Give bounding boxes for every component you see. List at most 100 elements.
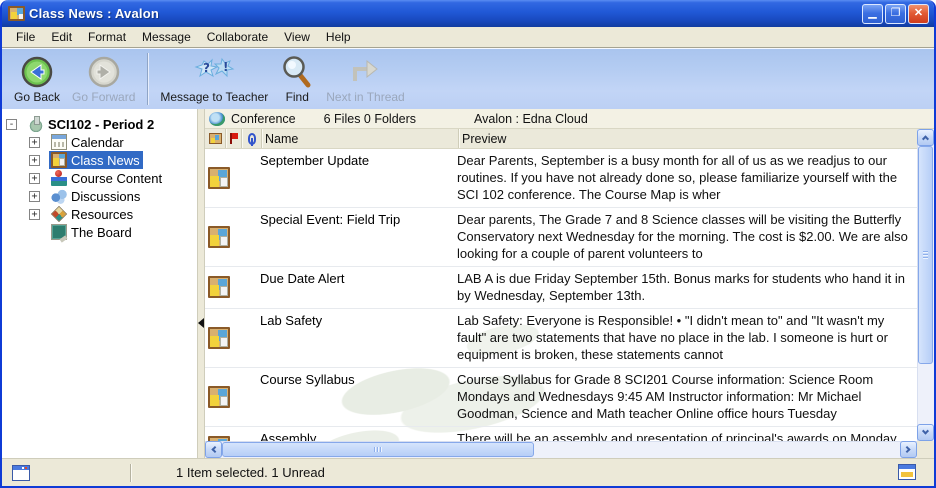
title-bar[interactable]: Class News : Avalon ▁ ❐ ✕ — [2, 0, 934, 27]
layout-view-icon[interactable] — [898, 464, 916, 480]
scroll-down-button[interactable] — [917, 424, 934, 441]
conference-pane: Conference 6 Files 0 Folders Avalon : Ed… — [205, 109, 934, 458]
column-header-row: Name Preview — [205, 129, 934, 149]
books-icon — [51, 170, 67, 186]
flag-icon — [229, 133, 238, 144]
message-preview: Lab Safety: Everyone is Responsible! • "… — [457, 312, 917, 363]
scrollbar-corner — [917, 441, 934, 458]
menu-item[interactable]: Message — [134, 28, 199, 46]
horizontal-scrollbar[interactable] — [205, 441, 917, 458]
preview-column-header[interactable]: Preview — [459, 129, 934, 148]
conference-type-label: Conference — [231, 112, 296, 126]
find-button[interactable]: Find — [274, 51, 320, 107]
scroll-right-button[interactable] — [900, 441, 917, 458]
back-arrow-icon — [20, 54, 54, 90]
conference-counts: 6 Files 0 Folders — [324, 112, 416, 126]
go-forward-button[interactable]: Go Forward — [66, 51, 141, 107]
news-icon — [51, 152, 67, 168]
sidebar-item-sci102[interactable]: - SCI102 - Period 2 — [2, 115, 197, 133]
toolbar-separator — [147, 53, 148, 105]
toolbar: Go Back Go Forward ? ! M — [2, 47, 934, 109]
status-bar: 1 Item selected. 1 Unread — [2, 458, 934, 486]
sidebar-item[interactable]: + Discussions — [2, 187, 197, 205]
bulletin-item-icon — [208, 167, 230, 189]
flag-column-header[interactable] — [226, 129, 242, 148]
menu-item[interactable]: Help — [318, 28, 359, 46]
message-row[interactable]: Due Date Alert LAB A is due Friday Septe… — [205, 267, 917, 309]
status-separator — [130, 464, 131, 482]
bulletin-item-icon — [208, 327, 230, 349]
forward-arrow-icon — [87, 54, 121, 90]
item-type-icon — [209, 133, 222, 144]
minimize-button[interactable]: ▁ — [862, 4, 883, 24]
sidebar-item-label: Class News — [71, 153, 140, 168]
message-row[interactable]: Lab Safety Lab Safety: Everyone is Respo… — [205, 309, 917, 368]
maximize-button[interactable]: ❐ — [885, 4, 906, 24]
message-to-teacher-button[interactable]: ? ! Message to Teacher — [154, 51, 274, 107]
sidebar-item-label: The Board — [71, 225, 132, 240]
message-row[interactable]: Special Event: Field Trip Dear parents, … — [205, 208, 917, 267]
scroll-left-button[interactable] — [205, 441, 222, 458]
vertical-scrollbar-thumb[interactable] — [918, 146, 933, 364]
paperclip-icon — [248, 133, 256, 145]
menu-item[interactable]: View — [276, 28, 318, 46]
item-type-column-header[interactable] — [205, 129, 226, 148]
message-preview: There will be an assembly and presentati… — [457, 430, 917, 441]
message-row[interactable]: September Update Dear Parents, September… — [205, 149, 917, 208]
collapse-pane-icon[interactable] — [198, 318, 204, 328]
close-button[interactable]: ✕ — [908, 4, 929, 24]
conference-location: Avalon : Edna Cloud — [474, 112, 588, 126]
bulletin-item-icon — [208, 276, 230, 298]
magnifier-icon — [280, 54, 314, 90]
status-text: 1 Item selected. 1 Unread — [176, 465, 325, 480]
message-name: Course Syllabus — [260, 371, 457, 422]
menu-item[interactable]: Collaborate — [199, 28, 276, 46]
sidebar-tree: - SCI102 - Period 2 + Calendar — [2, 109, 197, 458]
bulletin-item-icon — [208, 226, 230, 248]
expand-expander[interactable]: + — [29, 209, 40, 220]
name-column-header[interactable]: Name — [262, 129, 459, 148]
vertical-scrollbar[interactable] — [917, 129, 934, 441]
svg-text:!: ! — [223, 60, 228, 74]
message-preview: LAB A is due Friday September 15th. Bonu… — [457, 270, 917, 304]
message-list: September Update Dear Parents, September… — [205, 149, 917, 441]
message-name: September Update — [260, 152, 457, 203]
attachment-column-header[interactable] — [242, 129, 262, 148]
expand-expander[interactable]: + — [29, 155, 40, 166]
menu-item[interactable]: Edit — [43, 28, 80, 46]
next-in-thread-button[interactable]: Next in Thread — [320, 51, 411, 107]
window-title: Class News : Avalon — [29, 6, 159, 21]
go-back-button[interactable]: Go Back — [8, 51, 66, 107]
sidebar-item[interactable]: + Calendar — [2, 133, 197, 151]
expand-expander[interactable]: + — [29, 137, 40, 148]
svg-text:?: ? — [203, 61, 210, 75]
message-row[interactable]: Course Syllabus Course Syllabus for Grad… — [205, 368, 917, 427]
sidebar-item[interactable]: + Course Content — [2, 169, 197, 187]
bulletin-board-icon — [8, 6, 25, 21]
sidebar-items: + Calendar + Class News — [2, 133, 197, 241]
toggle-panel-icon[interactable] — [12, 465, 30, 481]
sidebar-item[interactable]: + Class News — [2, 151, 197, 169]
board-icon — [51, 224, 67, 240]
menu-item[interactable]: File — [8, 28, 43, 46]
message-name: Due Date Alert — [260, 270, 457, 304]
message-bubbles-icon: ? ! — [192, 54, 236, 90]
discuss-icon — [51, 188, 67, 204]
menu-item[interactable]: Format — [80, 28, 134, 46]
thread-flag-icon — [345, 54, 385, 90]
sidebar-item[interactable]: + Resources — [2, 205, 197, 223]
message-name: Assembly — [260, 430, 457, 441]
horizontal-scrollbar-thumb[interactable] — [222, 442, 534, 457]
calendar-icon — [51, 134, 67, 150]
conference-globe-icon — [209, 112, 225, 126]
message-row[interactable]: Assembly There will be an assembly and p… — [205, 427, 917, 441]
flask-icon — [28, 116, 44, 132]
sidebar-item[interactable]: The Board — [2, 223, 197, 241]
message-preview: Course Syllabus for Grade 8 SCI201 Cours… — [457, 371, 917, 422]
collapse-expander[interactable]: - — [6, 119, 17, 130]
message-name: Lab Safety — [260, 312, 457, 363]
expand-expander[interactable]: + — [29, 173, 40, 184]
scroll-up-button[interactable] — [917, 129, 934, 146]
pane-splitter[interactable] — [197, 109, 205, 458]
expand-expander[interactable]: + — [29, 191, 40, 202]
